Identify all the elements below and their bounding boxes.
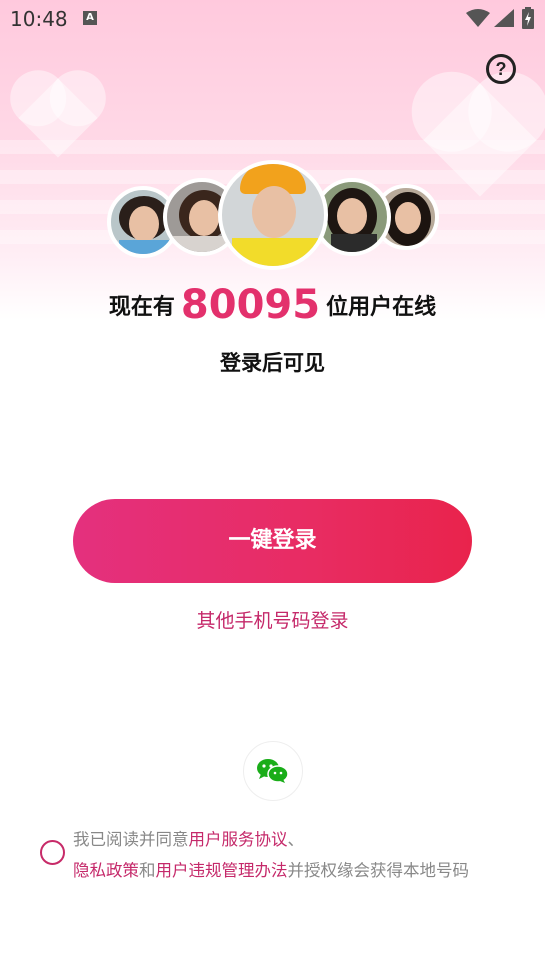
online-count-headline: 现在有 80095 位用户在线 — [0, 282, 545, 328]
violation-rules-link[interactable]: 用户违规管理办法 — [156, 861, 288, 880]
agreement-part1: 我已阅读并同意 — [73, 830, 189, 849]
agreement-separator: 、 — [287, 830, 305, 849]
agreement-part3: 并授权缘会获得本地号码 — [287, 861, 470, 880]
agreement-part2: 和 — [139, 861, 156, 880]
login-to-view-text: 登录后可见 — [220, 351, 325, 375]
wechat-icon — [257, 759, 289, 783]
one-click-login-button[interactable]: 一键登录 — [73, 499, 472, 583]
online-count: 80095 — [180, 282, 321, 328]
privacy-policy-link[interactable]: 隐私政策 — [73, 861, 139, 880]
other-phone-login-link[interactable]: 其他手机号码登录 — [0, 606, 545, 633]
avatar — [218, 160, 328, 270]
wechat-login-button[interactable] — [243, 741, 303, 801]
online-prefix: 现在有 — [108, 295, 175, 320]
online-suffix: 位用户在线 — [326, 295, 437, 320]
user-service-agreement-link[interactable]: 用户服务协议 — [189, 830, 288, 849]
avatar-group — [0, 0, 545, 280]
agreement-text: 我已阅读并同意用户服务协议、隐私政策和用户违规管理办法并授权缘会获得本地号码 — [73, 824, 533, 886]
agreement-checkbox[interactable] — [40, 840, 65, 865]
